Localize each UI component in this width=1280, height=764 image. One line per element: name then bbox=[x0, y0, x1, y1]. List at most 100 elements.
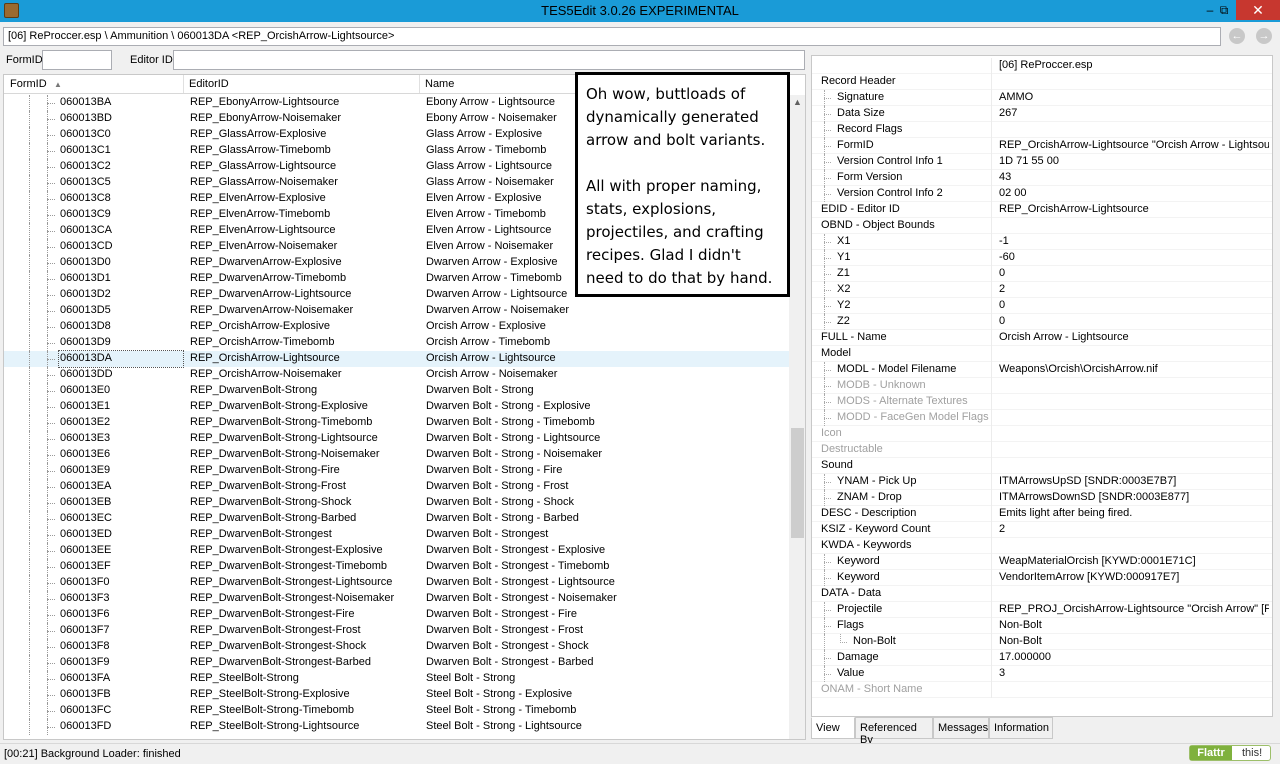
record-element-row[interactable]: KWDA - Keywords bbox=[812, 538, 1272, 554]
cell-formid: 060013F6 bbox=[60, 608, 110, 620]
formid-filter-input[interactable] bbox=[42, 50, 112, 70]
table-row[interactable]: 060013E0 REP_DwarvenBolt-Strong Dwarven Bo… bbox=[4, 383, 789, 399]
forward-icon[interactable]: → bbox=[1256, 28, 1272, 44]
table-row[interactable]: 060013EA REP_DwarvenBolt-Strong-Frost Dwar… bbox=[4, 479, 789, 495]
record-element-row[interactable]: Y2 0 bbox=[812, 298, 1272, 314]
record-element-row[interactable]: Form Version 43 bbox=[812, 170, 1272, 186]
table-row[interactable]: 060013E2 REP_DwarvenBolt-Strong-Timebomb D… bbox=[4, 415, 789, 431]
table-row[interactable]: 060013DD REP_OrcishArrow-Noisemaker Orcish… bbox=[4, 367, 789, 383]
element-value: Non-Bolt bbox=[999, 635, 1042, 647]
record-element-row[interactable]: Non-Bolt Non-Bolt bbox=[812, 634, 1272, 650]
cell-formid: 060013EE bbox=[60, 544, 112, 556]
column-header-editorid[interactable]: EditorID bbox=[189, 78, 229, 90]
record-element-row[interactable]: EDID - Editor ID REP_OrcishArrow-Lightsou… bbox=[812, 202, 1272, 218]
table-row[interactable]: 060013EE REP_DwarvenBolt-Strongest-Explos… bbox=[4, 543, 789, 559]
tab-view[interactable]: View bbox=[811, 717, 855, 739]
record-element-row[interactable]: OBND - Object Bounds bbox=[812, 218, 1272, 234]
tree-line bbox=[29, 111, 55, 127]
table-row[interactable]: 060013D9 REP_OrcishArrow-Timebomb Orcish A… bbox=[4, 335, 789, 351]
scroll-up-icon[interactable]: ▲ bbox=[793, 97, 802, 107]
record-element-row[interactable]: DESC - Description Emits light after bein… bbox=[812, 506, 1272, 522]
column-header-formid[interactable]: FormID bbox=[10, 78, 47, 90]
maximize-button[interactable]: ⧉ bbox=[1210, 0, 1238, 20]
cell-formid: 060013E2 bbox=[60, 416, 111, 428]
record-element-row[interactable]: Sound bbox=[812, 458, 1272, 474]
record-element-row[interactable]: Signature AMMO bbox=[812, 90, 1272, 106]
record-element-row[interactable]: Projectile REP_PROJ_OrcishArrow-Lightsour… bbox=[812, 602, 1272, 618]
element-label: Keyword bbox=[837, 555, 880, 567]
element-label: Signature bbox=[837, 91, 885, 103]
record-path-field[interactable]: [06] ReProccer.esp \ Ammunition \ 060013… bbox=[3, 27, 1221, 46]
record-element-row[interactable]: Value 3 bbox=[812, 666, 1272, 682]
table-row[interactable]: 060013F7 REP_DwarvenBolt-Strongest-Frost D… bbox=[4, 623, 789, 639]
cell-name: Dwarven Bolt - Strong - Fire bbox=[426, 464, 563, 476]
record-element-row[interactable]: Keyword VendorItemArrow [KYWD:000917E7] bbox=[812, 570, 1272, 586]
table-row[interactable]: 060013FA REP_SteelBolt-Strong Steel Bolt -… bbox=[4, 671, 789, 687]
record-element-row[interactable]: FULL - Name Orcish Arrow - Lightsource bbox=[812, 330, 1272, 346]
table-row[interactable]: 060013EB REP_DwarvenBolt-Strong-Shock Dwar… bbox=[4, 495, 789, 511]
table-row[interactable]: 060013D8 REP_OrcishArrow-Explosive Orcish … bbox=[4, 319, 789, 335]
tab-messages[interactable]: Messages bbox=[933, 717, 989, 739]
table-row[interactable]: 060013F9 REP_DwarvenBolt-Strongest-Barbed… bbox=[4, 655, 789, 671]
table-row[interactable]: 060013FC REP_SteelBolt-Strong-Timebomb Ste… bbox=[4, 703, 789, 719]
title-bar: TES5Edit 3.0.26 EXPERIMENTAL – ⧉ ✕ bbox=[0, 0, 1280, 22]
tree-line bbox=[29, 255, 55, 271]
record-element-row[interactable]: Keyword WeapMaterialOrcish [KYWD:0001E71C… bbox=[812, 554, 1272, 570]
table-row[interactable]: 060013F6 REP_DwarvenBolt-Strongest-Fire Dw… bbox=[4, 607, 789, 623]
record-element-row[interactable]: MODS - Alternate Textures bbox=[812, 394, 1272, 410]
table-row[interactable]: 060013E6 REP_DwarvenBolt-Strong-Noisemake… bbox=[4, 447, 789, 463]
table-row[interactable]: 060013ED REP_DwarvenBolt-Strongest Dwarven… bbox=[4, 527, 789, 543]
editorid-filter-input[interactable] bbox=[173, 50, 805, 70]
record-element-row[interactable]: MODD - FaceGen Model Flags bbox=[812, 410, 1272, 426]
column-header-name[interactable]: Name bbox=[425, 78, 454, 90]
table-row[interactable]: 060013E1 REP_DwarvenBolt-Strong-Explosive… bbox=[4, 399, 789, 415]
record-element-row[interactable]: Z2 0 bbox=[812, 314, 1272, 330]
cell-editorid: REP_DwarvenBolt-Strongest-Shock bbox=[190, 640, 367, 652]
table-row[interactable]: 060013DA REP_OrcishArrow-Lightsource Orcis… bbox=[4, 350, 789, 368]
table-row[interactable]: 060013F0 REP_DwarvenBolt-Strongest-Lights… bbox=[4, 575, 789, 591]
record-element-row[interactable]: Y1 -60 bbox=[812, 250, 1272, 266]
record-element-row[interactable]: Damage 17.000000 bbox=[812, 650, 1272, 666]
cell-editorid: REP_DwarvenBolt-Strongest-Timebomb bbox=[190, 560, 388, 572]
record-element-row[interactable]: Model bbox=[812, 346, 1272, 362]
record-element-row[interactable]: Version Control Info 2 02 00 bbox=[812, 186, 1272, 202]
close-button[interactable]: ✕ bbox=[1236, 0, 1280, 20]
record-element-row[interactable]: X1 -1 bbox=[812, 234, 1272, 250]
tab-information[interactable]: Information bbox=[989, 717, 1053, 739]
table-row[interactable]: 060013D5 REP_DwarvenArrow-Noisemaker Dwarv… bbox=[4, 303, 789, 319]
table-row[interactable]: 060013F8 REP_DwarvenBolt-Strongest-Shock D… bbox=[4, 639, 789, 655]
record-element-row[interactable]: Flags Non-Bolt bbox=[812, 618, 1272, 634]
record-element-row[interactable]: ZNAM - Drop ITMArrowsDownSD [SNDR:0003E87… bbox=[812, 490, 1272, 506]
record-element-row[interactable]: Data Size 267 bbox=[812, 106, 1272, 122]
record-element-row[interactable]: Destructable bbox=[812, 442, 1272, 458]
record-element-row[interactable]: X2 2 bbox=[812, 282, 1272, 298]
record-element-row[interactable]: MODL - Model Filename Weapons\Orcish\Orci… bbox=[812, 362, 1272, 378]
cell-editorid: REP_EbonyArrow-Lightsource bbox=[190, 96, 340, 108]
record-element-row[interactable]: Record Flags bbox=[812, 122, 1272, 138]
record-element-row[interactable]: MODB - Unknown bbox=[812, 378, 1272, 394]
tab-referenced-by[interactable]: Referenced By bbox=[855, 717, 933, 746]
record-element-row[interactable]: Icon bbox=[812, 426, 1272, 442]
back-icon[interactable]: ← bbox=[1229, 28, 1245, 44]
table-row[interactable]: 060013EC REP_DwarvenBolt-Strong-Barbed Dwa… bbox=[4, 511, 789, 527]
flattr-button[interactable]: Flattr this! bbox=[1189, 745, 1271, 761]
record-element-row[interactable]: Version Control Info 1 1D 71 55 00 bbox=[812, 154, 1272, 170]
table-row[interactable]: 060013EF REP_DwarvenBolt-Strongest-Timebo… bbox=[4, 559, 789, 575]
column-separator[interactable] bbox=[419, 75, 420, 93]
table-row[interactable]: 060013FD REP_SteelBolt-Strong-Lightsource… bbox=[4, 719, 789, 735]
record-element-row[interactable]: KSIZ - Keyword Count 2 bbox=[812, 522, 1272, 538]
table-row[interactable]: 060013FB REP_SteelBolt-Strong-Explosive St… bbox=[4, 687, 789, 703]
cell-name: Dwarven Bolt - Strongest - Fire bbox=[426, 608, 577, 620]
table-row[interactable]: 060013E9 REP_DwarvenBolt-Strong-Fire Dwarv… bbox=[4, 463, 789, 479]
record-list-scrollbar[interactable]: ▲ bbox=[789, 95, 805, 739]
record-element-row[interactable]: Record Header bbox=[812, 74, 1272, 90]
record-element-row[interactable]: FormID REP_OrcishArrow-Lightsource "Orcis… bbox=[812, 138, 1272, 154]
column-separator[interactable] bbox=[183, 75, 184, 93]
table-row[interactable]: 060013F3 REP_DwarvenBolt-Strongest-Noisem… bbox=[4, 591, 789, 607]
table-row[interactable]: 060013E3 REP_DwarvenBolt-Strong-Lightsour… bbox=[4, 431, 789, 447]
record-element-row[interactable]: YNAM - Pick Up ITMArrowsUpSD [SNDR:0003E7… bbox=[812, 474, 1272, 490]
record-element-row[interactable]: DATA - Data bbox=[812, 586, 1272, 602]
record-element-row[interactable]: ONAM - Short Name bbox=[812, 682, 1272, 698]
record-element-row[interactable]: Z1 0 bbox=[812, 266, 1272, 282]
scrollbar-thumb[interactable] bbox=[791, 428, 804, 538]
